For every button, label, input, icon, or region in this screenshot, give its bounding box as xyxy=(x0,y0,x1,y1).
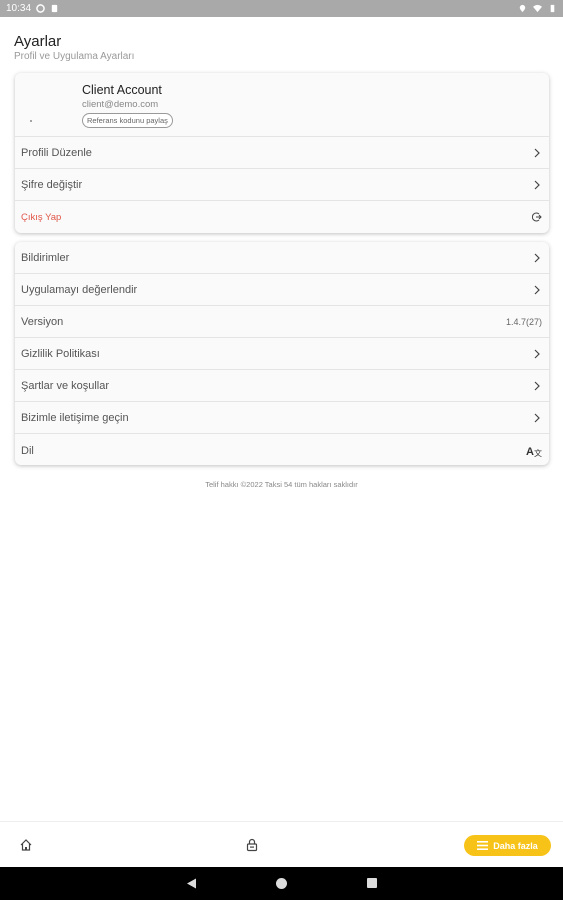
status-bar: 10:34 xyxy=(0,0,563,17)
notifications-row[interactable]: Bildirimler xyxy=(15,242,549,274)
terms-label: Şartlar ve koşullar xyxy=(21,379,110,392)
home-circle-icon[interactable] xyxy=(276,878,287,889)
version-row: Versiyon 1.4.7(27) xyxy=(15,306,549,338)
language-row[interactable]: Dil A文 xyxy=(15,434,549,465)
sim-card-icon xyxy=(51,4,58,13)
system-nav-bar xyxy=(0,867,563,900)
chevron-right-icon xyxy=(534,148,540,157)
version-label: Versiyon xyxy=(21,315,64,328)
menu-icon xyxy=(477,841,489,850)
change-password-row[interactable]: Şifre değiştir xyxy=(15,169,549,201)
logout-row[interactable]: Çıkış Yap xyxy=(15,201,549,233)
terms-row[interactable]: Şartlar ve koşullar xyxy=(15,370,549,402)
privacy-policy-row[interactable]: Gizlilik Politikası xyxy=(15,338,549,370)
page-subtitle: Profil ve Uygulama Ayarları xyxy=(14,51,135,62)
contact-us-row[interactable]: Bizimle iletişime geçin xyxy=(15,402,549,434)
rate-app-row[interactable]: Uygulamayı değerlendir xyxy=(15,274,549,306)
bottom-nav: Daha fazla xyxy=(0,821,563,867)
rate-app-label: Uygulamayı değerlendir xyxy=(21,283,138,296)
chevron-right-icon xyxy=(534,285,540,294)
account-card: Client Account client@demo.com Referans … xyxy=(15,73,549,233)
back-icon[interactable] xyxy=(186,878,197,889)
page-title: Ayarlar xyxy=(14,33,62,50)
change-password-label: Şifre değiştir xyxy=(21,178,83,191)
sync-icon xyxy=(36,4,45,13)
home-icon[interactable] xyxy=(19,838,33,852)
more-button-label: Daha fazla xyxy=(493,840,538,851)
copyright-text: Telif hakkı ©2022 Taksi 54 tüm hakları s… xyxy=(205,480,358,489)
more-button[interactable]: Daha fazla xyxy=(464,835,551,856)
chevron-right-icon xyxy=(534,381,540,390)
svg-text:文: 文 xyxy=(534,448,542,458)
share-referral-button[interactable]: Referans kodunu paylaş xyxy=(82,113,173,128)
contact-us-label: Bizimle iletişime geçin xyxy=(21,411,129,424)
location-icon xyxy=(519,4,526,13)
account-email: client@demo.com xyxy=(82,99,159,110)
translate-icon: A文 xyxy=(526,446,542,458)
logout-label: Çıkış Yap xyxy=(21,211,62,223)
account-name: Client Account xyxy=(82,83,162,97)
svg-text:A: A xyxy=(526,446,534,458)
lock-icon[interactable] xyxy=(245,838,259,852)
edit-profile-row[interactable]: Profili Düzenle xyxy=(15,137,549,169)
chevron-right-icon xyxy=(534,413,540,422)
chevron-right-icon xyxy=(534,349,540,358)
chevron-right-icon xyxy=(534,253,540,262)
privacy-policy-label: Gizlilik Politikası xyxy=(21,347,100,360)
settings-card: Bildirimler Uygulamayı değerlendir Versi… xyxy=(15,242,549,465)
edit-profile-label: Profili Düzenle xyxy=(21,146,92,159)
account-summary: Client Account client@demo.com Referans … xyxy=(15,73,549,137)
status-time: 10:34 xyxy=(6,3,32,14)
logout-icon xyxy=(532,212,542,222)
wifi-icon xyxy=(533,4,542,13)
chevron-right-icon xyxy=(534,180,540,189)
version-value: 1.4.7(27) xyxy=(505,316,542,327)
battery-icon xyxy=(550,4,555,13)
notifications-label: Bildirimler xyxy=(21,251,70,264)
language-label: Dil xyxy=(21,445,34,457)
page-header: Ayarlar Profil ve Uygulama Ayarları xyxy=(14,33,134,62)
avatar[interactable] xyxy=(30,120,32,122)
recent-apps-icon[interactable] xyxy=(367,878,377,888)
